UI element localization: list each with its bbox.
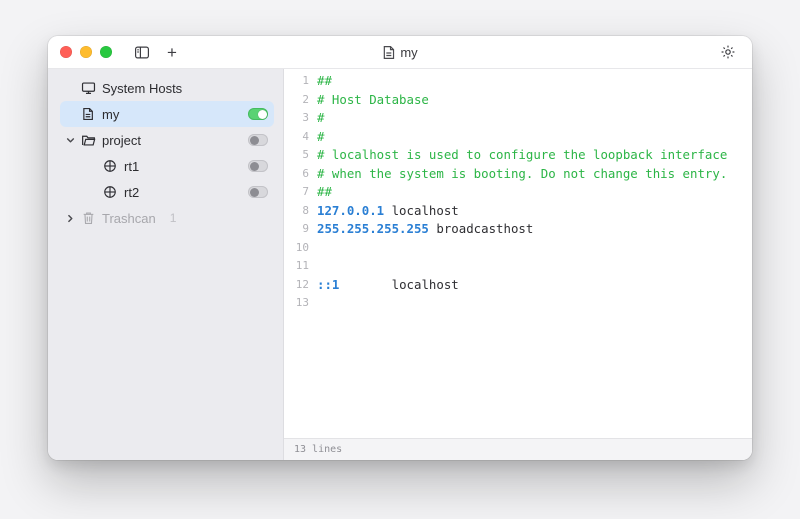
editor-line[interactable]: 9255.255.255.255 broadcasthost: [284, 220, 752, 239]
toggle-knob: [250, 136, 259, 145]
trash-icon: [80, 211, 96, 225]
sidebar-item-label: project: [102, 133, 141, 148]
sidebar-item-project[interactable]: project: [60, 127, 274, 153]
sidebar-item-rt1[interactable]: rt1: [60, 153, 274, 179]
code-token-plain: localhost: [339, 276, 458, 295]
settings-button[interactable]: [716, 40, 740, 64]
minimize-button[interactable]: [80, 46, 92, 58]
line-number: 4: [284, 128, 317, 147]
line-number: 5: [284, 146, 317, 165]
editor-line[interactable]: 10: [284, 239, 752, 258]
code-token-ip: 127.0.0.1: [317, 202, 384, 221]
line-count-label: 13 lines: [294, 444, 342, 455]
toggle-knob: [258, 110, 267, 119]
line-number: 7: [284, 183, 317, 202]
gear-icon: [720, 44, 736, 60]
document-icon: [80, 107, 96, 121]
sidebar-item-label: Trashcan: [102, 211, 156, 226]
code-token-plain: localhost: [384, 202, 459, 221]
code-token-comment: #: [317, 128, 324, 147]
plus-icon: +: [167, 44, 177, 61]
sidebar-item-label: rt2: [124, 185, 139, 200]
sidebar-item-my[interactable]: my: [60, 101, 274, 127]
code-token-comment: # localhost is used to configure the loo…: [317, 146, 727, 165]
folder-open-icon: [80, 134, 96, 147]
monitor-icon: [80, 81, 96, 95]
sidebar-item-system-hosts[interactable]: System Hosts: [60, 75, 274, 101]
line-number: 13: [284, 294, 317, 313]
sidebar-item-label: System Hosts: [102, 81, 182, 96]
chevron-right-icon[interactable]: [63, 214, 77, 223]
sidebar-item-rt2[interactable]: rt2: [60, 179, 274, 205]
toggle-knob: [250, 188, 259, 197]
editor-line[interactable]: 13: [284, 294, 752, 313]
toggle-switch[interactable]: [248, 160, 268, 172]
code-token-comment: ##: [317, 183, 332, 202]
editor-line[interactable]: 4#: [284, 128, 752, 147]
toggle-switch[interactable]: [248, 108, 268, 120]
toggle-switch[interactable]: [248, 134, 268, 146]
code-token-plain: broadcasthost: [429, 220, 533, 239]
titlebar: + my: [48, 36, 752, 69]
app-window: + my System Hostsmyprojectrt: [48, 36, 752, 460]
toggle-switch[interactable]: [248, 186, 268, 198]
editor-line[interactable]: 5# localhost is used to configure the lo…: [284, 146, 752, 165]
window-title: my: [382, 36, 417, 68]
document-icon: [382, 45, 395, 60]
toggle-knob: [250, 162, 259, 171]
editor-pane: 1##2# Host Database3#4#5# localhost is u…: [284, 69, 752, 460]
window-title-text: my: [400, 45, 417, 60]
sidebar-item-trashcan[interactable]: Trashcan 1: [60, 205, 274, 231]
line-number: 3: [284, 109, 317, 128]
line-number: 11: [284, 257, 317, 276]
sidebar-item-label: my: [102, 107, 119, 122]
close-button[interactable]: [60, 46, 72, 58]
editor-line[interactable]: 2# Host Database: [284, 91, 752, 110]
add-hosts-button[interactable]: +: [160, 40, 184, 64]
line-number: 9: [284, 220, 317, 239]
chevron-down-icon[interactable]: [63, 136, 77, 145]
code-token-ip: ::1: [317, 276, 339, 295]
zoom-button[interactable]: [100, 46, 112, 58]
line-number: 1: [284, 72, 317, 91]
code-token-comment: # Host Database: [317, 91, 429, 110]
line-number: 8: [284, 202, 317, 221]
code-token-comment: #: [317, 109, 324, 128]
editor-line[interactable]: 11: [284, 257, 752, 276]
line-number: 10: [284, 239, 317, 258]
statusbar: 13 lines: [284, 438, 752, 460]
editor-line[interactable]: 6# when the system is booting. Do not ch…: [284, 165, 752, 184]
line-number: 6: [284, 165, 317, 184]
line-number: 12: [284, 276, 317, 295]
toggle-sidebar-button[interactable]: [130, 40, 154, 64]
editor-line[interactable]: 12::1 localhost: [284, 276, 752, 295]
code-token-comment: # when the system is booting. Do not cha…: [317, 165, 727, 184]
editor-line[interactable]: 3#: [284, 109, 752, 128]
sidebar-item-label: rt1: [124, 159, 139, 174]
sidebar-toggle-icon: [134, 45, 150, 60]
item-count-badge: 1: [170, 211, 177, 225]
main-area: System Hostsmyprojectrt1rt2Trashcan1 1##…: [48, 69, 752, 460]
editor-line[interactable]: 1##: [284, 72, 752, 91]
globe-icon: [102, 159, 118, 173]
code-token-ip: 255.255.255.255: [317, 220, 429, 239]
code-token-comment: ##: [317, 72, 332, 91]
traffic-lights: [60, 46, 112, 58]
globe-icon: [102, 185, 118, 199]
editor-line[interactable]: 7##: [284, 183, 752, 202]
line-number: 2: [284, 91, 317, 110]
editor-line[interactable]: 8127.0.0.1 localhost: [284, 202, 752, 221]
editor[interactable]: 1##2# Host Database3#4#5# localhost is u…: [284, 69, 752, 438]
sidebar: System Hosts my project rt1 rt2 Trashcan 1: [48, 69, 284, 460]
